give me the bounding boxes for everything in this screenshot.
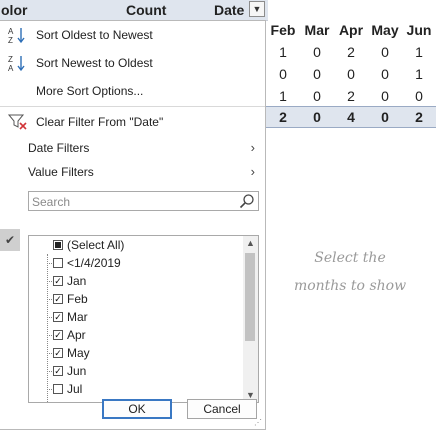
chevron-right-icon: › [250,164,255,179]
value-filters-label: Value Filters [28,165,94,179]
value-cell[interactable]: 0 [368,66,402,82]
months-header-row: Feb Mar Apr May Jun [266,20,436,40]
data-row: 0 0 0 0 1 [266,64,436,84]
month-header: Feb [270,22,296,38]
checkbox[interactable]: ✓ [53,348,63,358]
list-item-label: Mar [67,310,88,324]
date-column-header: Date [214,2,245,18]
value-cell[interactable]: 0 [368,88,402,104]
checkbox-partial[interactable] [53,240,63,250]
checkbox[interactable] [53,258,63,268]
list-item-label: Jan [67,274,87,288]
svg-text:Z: Z [8,36,13,44]
sort-newest-to-oldest-item[interactable]: ZA Sort Newest to Oldest [0,51,265,75]
svg-text:A: A [8,64,14,72]
instruction-note: Select the months to show [293,250,407,294]
chevron-right-icon: › [250,140,255,155]
value-cell[interactable]: 1 [402,44,436,60]
search-placeholder: Search [32,195,71,209]
checkbox[interactable] [53,384,63,394]
total-cell[interactable]: 4 [334,109,368,125]
date-filter-button[interactable]: ▼ [249,1,265,17]
value-cell[interactable]: 1 [266,88,300,104]
checkbox[interactable]: ✓ [53,294,63,304]
list-item-label: Jul [67,382,83,396]
more-sort-options-item[interactable]: More Sort Options... [0,79,265,103]
list-item-label: Feb [67,292,88,306]
data-row: 1 0 2 0 1 [266,42,436,62]
checkbox[interactable]: ✓ [53,276,63,286]
value-cell[interactable]: 0 [266,66,300,82]
search-icon [239,193,255,209]
list-item-label: Apr [67,328,86,342]
total-cell[interactable]: 2 [402,109,436,125]
value-cell[interactable]: 2 [334,88,368,104]
list-scrollbar[interactable]: ▲ ▼ [243,236,258,402]
sort-newest-label: Sort Newest to Oldest [36,56,153,70]
sort-ascending-icon: AZ [8,26,28,45]
pivot-header-row: olor Count Date ▼ [0,0,268,21]
tree-connector [47,254,48,402]
value-cell[interactable]: 0 [300,66,334,82]
total-cell[interactable]: 0 [368,109,402,125]
value-cell[interactable]: 1 [266,44,300,60]
ok-button[interactable]: OK [102,399,172,419]
clear-filter-icon [7,113,28,131]
value-cell[interactable]: 2 [334,44,368,60]
list-item-label: Jun [67,364,87,378]
scrollbar-thumb[interactable] [245,253,255,341]
color-column-header: olor [1,2,28,18]
svg-text:Z: Z [8,55,13,64]
total-cell[interactable]: 0 [300,109,334,125]
total-cell[interactable]: 2 [266,109,300,125]
value-cell[interactable]: 0 [368,44,402,60]
grand-total-row: 2 0 4 0 2 [266,106,436,128]
svg-text:A: A [8,27,14,36]
value-cell[interactable]: 0 [300,44,334,60]
search-input[interactable]: Search [28,191,259,211]
filter-dropdown-icon: ▼ [252,4,262,14]
more-sort-label: More Sort Options... [36,84,144,98]
month-header: May [371,22,399,38]
value-cell[interactable]: 0 [300,88,334,104]
month-header: Apr [338,22,364,38]
date-filter-menu: AZ Sort Oldest to Newest ZA Sort Newest … [0,20,266,430]
month-header: Mar [304,22,330,38]
month-header: Jun [406,22,432,38]
date-filters-item[interactable]: Date Filters › [0,136,265,160]
resize-grip-icon[interactable]: ⋰ [254,418,263,427]
clear-filter-item[interactable]: Clear Filter From "Date" [0,110,265,134]
menu-divider [0,106,265,107]
date-values-list: (Select All) <1/4/2019 ✓ Jan ✓ Feb ✓ Mar… [28,235,259,403]
data-row: 1 0 2 0 0 [266,86,436,106]
count-column-header: Count [126,2,167,18]
cancel-button[interactable]: Cancel [187,399,257,419]
value-cell[interactable]: 0 [334,66,368,82]
value-cell[interactable]: 0 [402,88,436,104]
clear-filter-label: Clear Filter From "Date" [36,115,164,129]
checkbox[interactable]: ✓ [53,312,63,322]
list-item-label: <1/4/2019 [67,256,121,270]
list-item-label: May [67,346,90,360]
selection-check-icon: ✔ [0,229,20,251]
sort-oldest-to-newest-item[interactable]: AZ Sort Oldest to Newest [0,23,265,47]
value-filters-item[interactable]: Value Filters › [0,160,265,184]
sort-descending-icon: ZA [8,54,28,73]
select-all-label: (Select All) [67,238,125,252]
sort-oldest-label: Sort Oldest to Newest [36,28,153,42]
value-cell[interactable]: 1 [402,66,436,82]
scroll-up-icon[interactable]: ▲ [243,236,258,250]
checkbox[interactable]: ✓ [53,366,63,376]
date-filters-label: Date Filters [28,141,90,155]
checkbox[interactable]: ✓ [53,330,63,340]
